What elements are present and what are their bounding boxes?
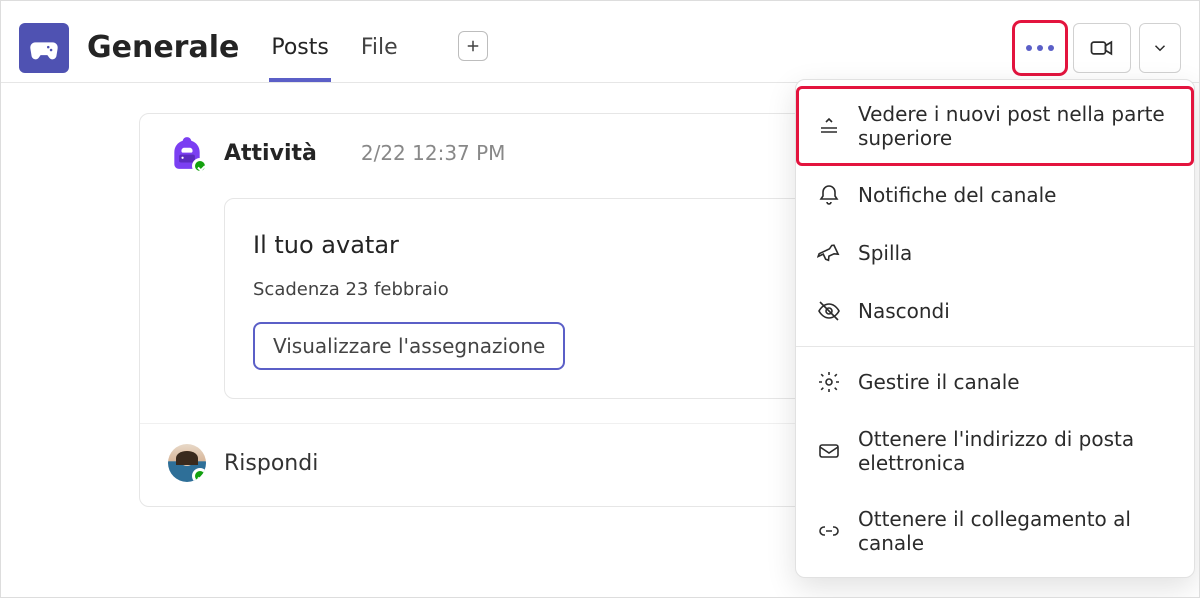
channel-name: Generale bbox=[87, 30, 239, 65]
post-author: Attività bbox=[224, 141, 317, 166]
team-avatar bbox=[19, 23, 69, 73]
meet-options-button[interactable] bbox=[1139, 23, 1181, 73]
meet-button[interactable] bbox=[1073, 23, 1131, 73]
post-timestamp: 2/22 12:37 PM bbox=[361, 141, 506, 165]
menu-item-channel-notifications[interactable]: Notifiche del canale bbox=[796, 166, 1194, 224]
pin-icon bbox=[816, 240, 842, 266]
channel-header: Generale Posts File bbox=[1, 1, 1199, 83]
menu-label: Nascondi bbox=[858, 299, 950, 323]
assignments-app-avatar bbox=[168, 134, 206, 172]
menu-item-newest-top[interactable]: Vedere i nuovi post nella parte superior… bbox=[796, 86, 1194, 166]
presence-available-icon bbox=[192, 158, 208, 174]
chevron-down-icon bbox=[1151, 39, 1169, 57]
menu-label: Gestire il canale bbox=[858, 370, 1020, 394]
menu-item-hide[interactable]: Nascondi bbox=[796, 282, 1194, 340]
eye-off-icon bbox=[816, 298, 842, 324]
menu-separator bbox=[796, 346, 1194, 347]
more-horizontal-icon bbox=[1026, 45, 1054, 51]
view-assignment-button[interactable]: Visualizzare l'assegnazione bbox=[253, 322, 565, 370]
header-actions bbox=[1015, 23, 1181, 73]
user-avatar bbox=[168, 444, 206, 482]
assignment-card: Il tuo avatar Scadenza 23 febbraio Visua… bbox=[224, 198, 814, 399]
assignment-title: Il tuo avatar bbox=[253, 231, 785, 259]
plus-icon bbox=[464, 37, 482, 55]
more-options-button[interactable] bbox=[1015, 23, 1065, 73]
assignment-due: Scadenza 23 febbraio bbox=[253, 279, 785, 300]
menu-label: Notifiche del canale bbox=[858, 183, 1057, 207]
bell-icon bbox=[816, 182, 842, 208]
menu-item-pin[interactable]: Spilla bbox=[796, 224, 1194, 282]
link-icon bbox=[816, 518, 842, 544]
mail-icon bbox=[816, 438, 842, 464]
sort-newest-icon bbox=[816, 113, 842, 139]
channel-more-menu: Vedere i nuovi post nella parte superior… bbox=[795, 79, 1195, 578]
menu-label: Spilla bbox=[858, 241, 912, 265]
menu-item-get-email[interactable]: Ottenere l'indirizzo di posta elettronic… bbox=[796, 411, 1194, 491]
menu-label: Ottenere l'indirizzo di posta elettronic… bbox=[858, 427, 1174, 475]
add-tab-button[interactable] bbox=[458, 31, 488, 61]
menu-label: Ottenere il collegamento al canale bbox=[858, 507, 1174, 555]
reply-label: Rispondi bbox=[224, 451, 318, 476]
channel-tabs: Posts File bbox=[269, 13, 487, 82]
tab-file[interactable]: File bbox=[359, 17, 400, 82]
game-controller-icon bbox=[27, 31, 61, 65]
tab-posts[interactable]: Posts bbox=[269, 17, 331, 82]
menu-item-manage-channel[interactable]: Gestire il canale bbox=[796, 353, 1194, 411]
presence-available-icon bbox=[192, 468, 206, 482]
menu-label: Vedere i nuovi post nella parte superior… bbox=[858, 102, 1174, 150]
menu-item-get-link[interactable]: Ottenere il collegamento al canale bbox=[796, 491, 1194, 571]
gear-icon bbox=[816, 369, 842, 395]
channel-view: Generale Posts File bbox=[0, 0, 1200, 598]
video-icon bbox=[1088, 34, 1116, 62]
